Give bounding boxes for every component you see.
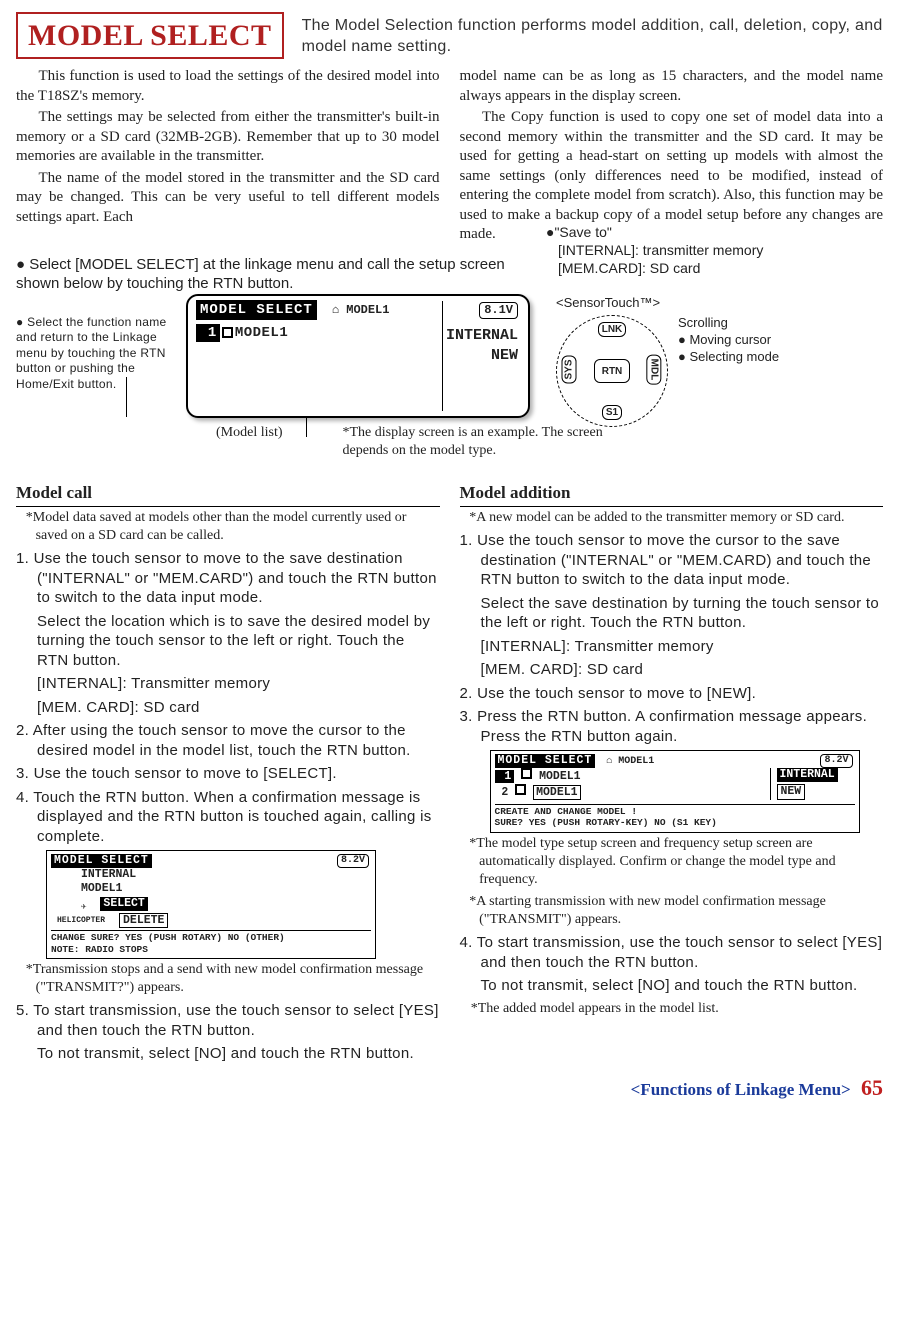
example-screen-note: *The display screen is an example. The s… [343, 424, 643, 460]
step-text: Select the location which is to save the… [16, 612, 440, 671]
intro-paragraph: model name can be as long as 15 characte… [460, 67, 884, 106]
lcd-model: MODEL1 [539, 770, 580, 783]
wheel-mdl: MDL [647, 355, 662, 385]
step-text: 3. Press the RTN button. A confirmation … [460, 707, 884, 746]
wheel-s1: S1 [602, 405, 622, 420]
memory-sdcard: [MEM. CARD]: SD card [460, 660, 884, 680]
sensor-selecting: ● Selecting mode [678, 349, 779, 366]
sensor-scrolling: Scrolling [678, 315, 779, 332]
sensor-moving: ● Moving cursor [678, 332, 779, 349]
wheel-sys: SYS [562, 356, 577, 384]
step-text: 4. To start transmission, use the touch … [460, 933, 884, 972]
sensor-touch-title: <SensorTouch™> [556, 295, 886, 312]
step-text: 1. Use the touch sensor to move the curs… [460, 531, 884, 590]
step-text: 4. Touch the RTN button. When a confirma… [16, 788, 440, 847]
lcd-divider [442, 301, 443, 411]
save-to-heading: ●"Save to" [546, 223, 866, 241]
footer-section: <Functions of Linkage Menu> [631, 1080, 851, 1099]
leader-line [126, 377, 127, 417]
model-call-heading: Model call [16, 482, 440, 507]
lcd-msg: NOTE: RADIO STOPS [51, 944, 371, 955]
intro-paragraph: This function is used to load the settin… [16, 67, 440, 106]
lcd-msg: SURE? YES (PUSH ROTARY-KEY) NO (S1 KEY) [495, 817, 855, 828]
memory-sdcard: [MEM. CARD]: SD card [16, 698, 440, 718]
step-text: 3. Use the touch sensor to move to [SELE… [16, 764, 440, 784]
transmit-note: *A starting transmission with new model … [460, 893, 884, 929]
model-addition-heading: Model addition [460, 482, 884, 507]
setup-instruction: ● Select [MODEL SELECT] at the linkage m… [16, 255, 536, 294]
lcd-title: MODEL SELECT [51, 854, 152, 868]
intro-paragraph: The settings may be selected from either… [16, 108, 440, 167]
lcd-msg: CHANGE SURE? YES (PUSH ROTARY) NO (OTHER… [51, 930, 371, 943]
lcd-helicopter: HELICOPTER [57, 916, 105, 926]
lcd-voltage: 8.2V [820, 754, 852, 768]
lcd-row-num: 1 [196, 324, 220, 342]
intro-paragraph: The name of the model stored in the tran… [16, 169, 440, 228]
lcd-text: INTERNAL [51, 868, 371, 882]
lcd-text: MODEL1 [51, 882, 371, 896]
sensor-wheel-diagram: LNK RTN S1 SYS MDL [556, 315, 668, 427]
wheel-rtn: RTN [594, 359, 630, 383]
model-call-note: *Model data saved at models other than t… [16, 509, 440, 545]
lcd-delete: DELETE [119, 913, 168, 929]
lcd-new-label: NEW [491, 346, 518, 366]
step-text: 2. Use the touch sensor to move to [NEW]… [460, 684, 884, 704]
step-text: 5. To start transmission, use the touch … [16, 1001, 440, 1040]
memory-internal: [INTERNAL]: Transmitter memory [16, 674, 440, 694]
return-note: ● Select the function name and return to… [16, 315, 176, 393]
step-text: Select the save destination by turning t… [460, 594, 884, 633]
lcd-title: MODEL SELECT [495, 754, 596, 768]
save-to-memcard: [MEM.CARD]: SD card [546, 259, 866, 277]
lcd-title: MODEL SELECT [196, 300, 317, 320]
model-add-note: *A new model can be added to the transmi… [460, 509, 884, 527]
lcd-model: MODEL1 [533, 785, 580, 800]
lcd-screen-small: MODEL SELECT ⌂ MODEL1 8.2V 1 MODEL1 2 MO… [490, 750, 860, 832]
lcd-top-model: MODEL1 [346, 303, 389, 317]
wheel-lnk: LNK [598, 322, 627, 337]
page-number: 65 [861, 1075, 883, 1100]
added-model-note: *The added model appears in the model li… [460, 1000, 884, 1018]
lcd-new: NEW [777, 784, 806, 800]
model-list-caption: (Model list) [216, 424, 283, 460]
lcd-screen: MODEL SELECT ⌂ MODEL1 8.1V 1 MODEL1 INTE… [186, 294, 530, 418]
save-to-internal: [INTERNAL]: transmitter memory [546, 241, 866, 259]
lcd-voltage: 8.1V [479, 302, 518, 320]
setup-note: *The model type setup screen and frequen… [460, 835, 884, 890]
lcd-model-name: MODEL1 [235, 324, 288, 342]
step-text: To not transmit, select [NO] and touch t… [460, 976, 884, 996]
step-text: 2. After using the touch sensor to move … [16, 721, 440, 760]
lcd-top-model: MODEL1 [618, 756, 654, 767]
step-text: To not transmit, select [NO] and touch t… [16, 1044, 440, 1064]
lcd-internal: INTERNAL [777, 768, 838, 782]
model-icon [222, 327, 233, 338]
lcd-voltage: 8.2V [337, 854, 369, 868]
lcd-msg: CREATE AND CHANGE MODEL ! [495, 804, 855, 817]
page-subtitle: The Model Selection function performs mo… [302, 12, 883, 58]
transmit-note: *Transmission stops and a send with new … [16, 961, 440, 997]
lcd-screen-small: MODEL SELECT 8.2V INTERNAL MODEL1 ✈ SELE… [46, 850, 376, 959]
memory-internal: [INTERNAL]: Transmitter memory [460, 637, 884, 657]
step-text: 1. Use the touch sensor to move to the s… [16, 549, 440, 608]
lcd-select: SELECT [100, 897, 147, 911]
page-title: MODEL SELECT [16, 12, 284, 59]
lcd-internal-label: INTERNAL [446, 326, 518, 346]
